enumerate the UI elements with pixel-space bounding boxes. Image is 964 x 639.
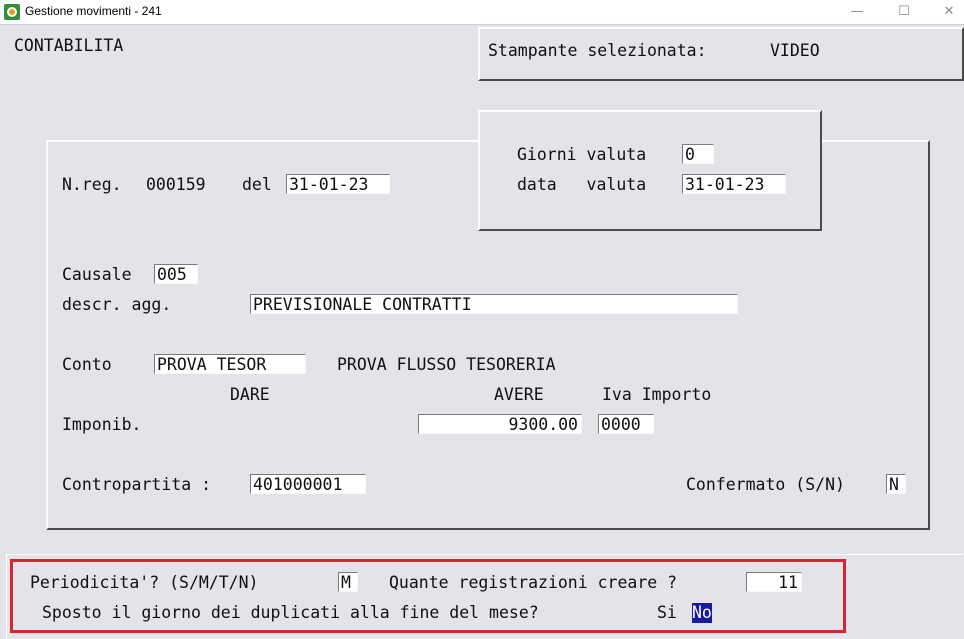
- valuta-panel: [478, 110, 822, 231]
- giorni-valuta-input[interactable]: 0: [682, 144, 714, 164]
- contropartita-input[interactable]: 401000001: [250, 474, 366, 494]
- printer-value: VIDEO: [770, 41, 820, 60]
- dare-header: DARE: [230, 385, 270, 404]
- minimize-button[interactable]: —: [842, 2, 872, 22]
- causale-input[interactable]: 005: [154, 264, 198, 284]
- avere-amount-input[interactable]: 9300.00: [418, 414, 582, 434]
- option-si[interactable]: Si: [657, 603, 677, 623]
- app-icon: [4, 4, 20, 20]
- descr-agg-input[interactable]: PREVISIONALE CONTRATTI: [250, 294, 738, 314]
- giorni-valuta-label: Giorni valuta: [517, 145, 647, 164]
- causale-label: Causale: [62, 265, 132, 284]
- window-title: Gestione movimenti - 241: [25, 4, 162, 18]
- conto-description: PROVA FLUSSO TESORERIA: [337, 355, 556, 374]
- nreg-label: N.reg.: [62, 175, 122, 194]
- descr-agg-label: descr. agg.: [62, 295, 172, 314]
- data-valuta-input[interactable]: 31-01-23: [682, 174, 786, 194]
- periodicita-label: Periodicita'? (S/M/T/N): [30, 573, 259, 592]
- section-title: CONTABILITA: [14, 36, 124, 55]
- imponib-label: Imponib.: [62, 415, 142, 434]
- quante-input[interactable]: 11: [746, 572, 802, 592]
- close-button[interactable]: ✕: [934, 2, 964, 22]
- data-valuta-label: data valuta: [517, 175, 647, 194]
- sposto-label: Sposto il giorno dei duplicati alla fine…: [42, 603, 539, 622]
- avere-header: AVERE: [494, 385, 544, 404]
- option-no[interactable]: No: [692, 603, 712, 623]
- nreg-value: 000159: [146, 175, 206, 194]
- confermato-label: Confermato (S/N): [686, 475, 845, 494]
- iva-importo-header: Iva Importo: [602, 385, 712, 404]
- window-titlebar: Gestione movimenti - 241 — ☐ ✕: [0, 0, 964, 25]
- printer-label: Stampante selezionata:: [488, 41, 707, 60]
- conto-label: Conto: [62, 355, 112, 374]
- periodicita-input[interactable]: M: [338, 572, 358, 592]
- conto-input[interactable]: PROVA TESOR: [154, 354, 306, 374]
- confermato-input[interactable]: N: [886, 474, 906, 494]
- quante-label: Quante registrazioni creare ?: [389, 573, 678, 592]
- contropartita-label: Contropartita :: [62, 475, 212, 494]
- del-label: del: [242, 175, 272, 194]
- registration-date-input[interactable]: 31-01-23: [286, 174, 390, 194]
- maximize-button[interactable]: ☐: [889, 2, 919, 22]
- iva-input[interactable]: 0000: [598, 414, 654, 434]
